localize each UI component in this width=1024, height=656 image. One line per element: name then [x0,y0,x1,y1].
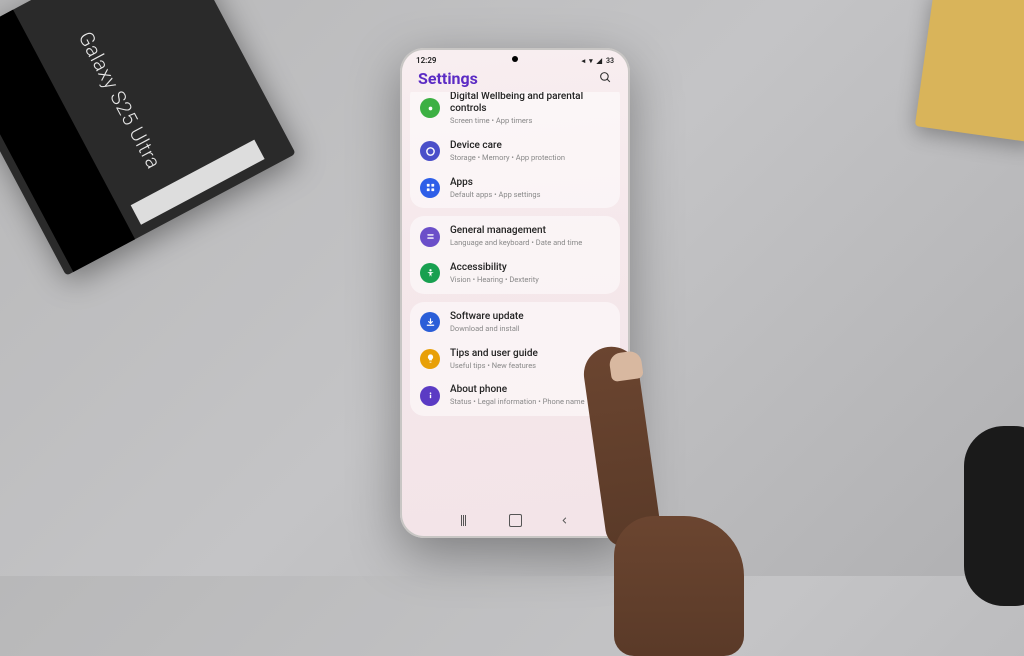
accessibility-icon [420,263,440,283]
row-wellbeing[interactable]: Digital Wellbeing and parental controls … [410,92,620,133]
camera-hole [512,56,518,62]
page-title: Settings [418,69,478,88]
row-device-care[interactable]: Device care Storage • Memory • App prote… [410,133,620,170]
product-box: Galaxy S25 Ultra [0,0,296,276]
row-title: Device care [450,140,610,152]
row-sub: Storage • Memory • App protection [450,153,610,163]
row-sub: Download and install [450,324,610,334]
row-title: Digital Wellbeing and parental controls [450,92,610,115]
row-software-update[interactable]: Software update Download and install [410,304,620,341]
search-button[interactable] [599,69,612,88]
row-title: Software update [450,311,610,323]
device-care-icon [420,141,440,161]
general-icon [420,227,440,247]
location-icon: ◂ [582,57,586,65]
nav-back-button[interactable] [559,511,570,530]
row-title: Apps [450,177,610,189]
row-title: General management [450,225,610,237]
row-title: Accessibility [450,262,610,274]
row-sub: Vision • Hearing • Dexterity [450,275,610,285]
status-right: ◂ ▾ ◢ 33 [581,57,614,65]
settings-card: General management Language and keyboard… [410,216,620,294]
row-accessibility[interactable]: Accessibility Vision • Hearing • Dexteri… [410,255,620,292]
signal-icon: ◢ [597,57,602,65]
app-header: Settings [402,67,628,92]
nav-home-button[interactable] [509,514,522,527]
tips-icon [420,349,440,369]
settings-card: Digital Wellbeing and parental controls … [410,92,620,208]
yellow-block-prop [915,0,1024,143]
hand [584,346,744,596]
wellbeing-icon [420,98,440,118]
battery-level: 33 [606,57,614,65]
row-apps[interactable]: Apps Default apps • App settings [410,170,620,207]
apps-icon [420,178,440,198]
row-sub: Language and keyboard • Date and time [450,238,610,248]
about-icon [420,386,440,406]
software-update-icon [420,312,440,332]
dark-prop [964,426,1024,606]
nav-recents-button[interactable] [461,515,472,526]
wifi-icon: ▾ [589,57,593,65]
row-sub: Default apps • App settings [450,190,610,200]
status-time: 12:29 [416,56,436,65]
row-sub: Screen time • App timers [450,116,610,126]
row-general-management[interactable]: General management Language and keyboard… [410,218,620,255]
